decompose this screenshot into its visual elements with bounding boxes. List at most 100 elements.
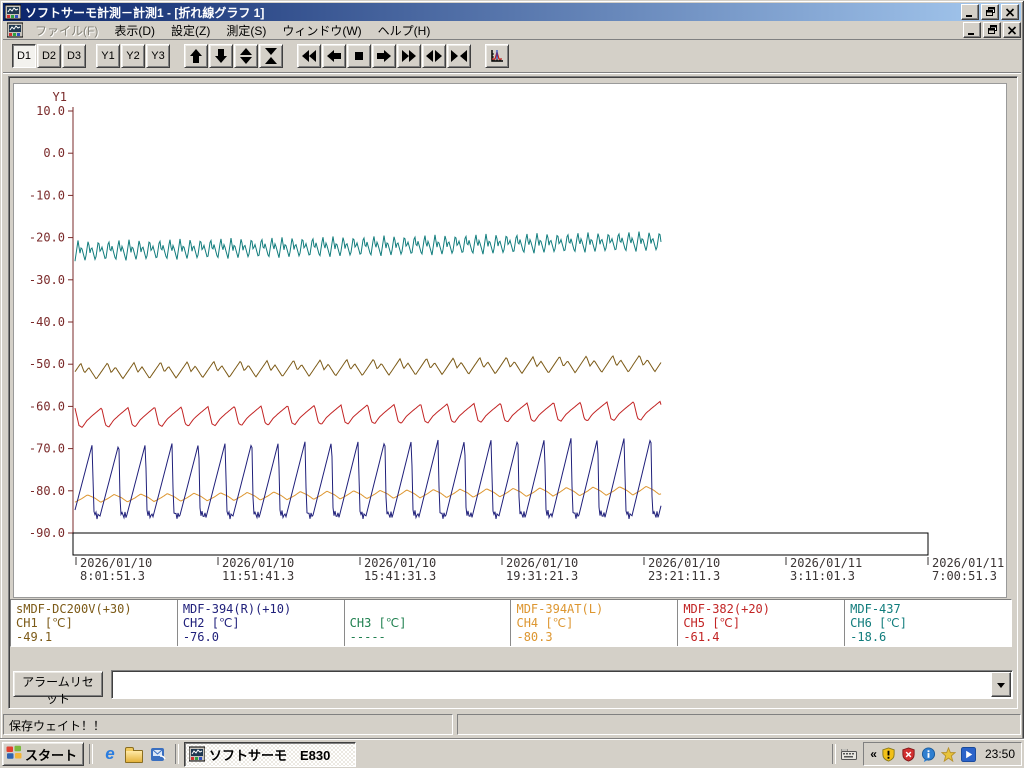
- y2-button[interactable]: Y2: [121, 44, 145, 68]
- keyboard-icon[interactable]: [841, 746, 858, 762]
- system-tray: « 23:50: [863, 742, 1022, 766]
- minimize-button[interactable]: [961, 4, 979, 20]
- svg-text:-70.0: -70.0: [29, 442, 65, 456]
- svg-text:11:51:41.3: 11:51:41.3: [222, 569, 294, 583]
- ch4-value: -80.3: [516, 630, 553, 644]
- toolbar: D1 D2 D3 Y1 Y2 Y3: [3, 40, 1021, 73]
- expand-horizontal-button[interactable]: [422, 44, 446, 68]
- expand-horizontal-icon: [426, 48, 442, 64]
- ch6-name: MDF-437: [850, 602, 901, 616]
- folder-icon[interactable]: [124, 744, 144, 764]
- svg-text:2026/01/10: 2026/01/10: [648, 556, 720, 570]
- svg-text:8:01:51.3: 8:01:51.3: [80, 569, 145, 583]
- ch5-label: CH5 [℃]: [683, 616, 741, 630]
- ch6-label: CH6 [℃]: [850, 616, 907, 630]
- svg-text:23:21:11.3: 23:21:11.3: [648, 569, 720, 583]
- legend-ch4[interactable]: MDF-394AT(L) CH4 [℃] -80.3: [511, 600, 679, 646]
- ch2-name: MDF-394(R)(+10): [182, 602, 292, 616]
- menu-settings[interactable]: 設定(Z): [163, 20, 218, 41]
- alarm-reset-button[interactable]: アラームリセット: [13, 671, 103, 706]
- double-right-icon: [401, 48, 417, 64]
- svg-text:-20.0: -20.0: [29, 231, 65, 245]
- security-warning-shield-icon[interactable]: [881, 746, 897, 762]
- combobox-dropdown-button[interactable]: [991, 672, 1011, 697]
- chevron-down-icon: [997, 682, 1005, 692]
- media-play-icon[interactable]: [961, 746, 977, 762]
- y3-button[interactable]: Y3: [146, 44, 170, 68]
- svg-text:2026/01/11: 2026/01/11: [932, 556, 1004, 570]
- channel-legend: sMDF-DC200V(+30) CH1 [℃] -49.1 MDF-394(R…: [10, 599, 1012, 647]
- tray-expand-chevron[interactable]: «: [870, 747, 877, 761]
- svg-text:2026/01/11: 2026/01/11: [790, 556, 862, 570]
- alarm-message-combobox[interactable]: [111, 670, 1013, 699]
- collapse-vertical-button[interactable]: [259, 44, 283, 68]
- status-bar: 保存ウェイト！！: [3, 710, 1021, 738]
- collapse-horizontal-button[interactable]: [447, 44, 471, 68]
- svg-text:-90.0: -90.0: [29, 526, 65, 540]
- svg-text:15:41:31.3: 15:41:31.3: [364, 569, 436, 583]
- mdi-document-icon[interactable]: [6, 22, 24, 38]
- y1-button[interactable]: Y1: [96, 44, 120, 68]
- mdi-minimize-button[interactable]: [963, 22, 981, 38]
- chart-icon: [489, 48, 505, 64]
- svg-text:2026/01/10: 2026/01/10: [364, 556, 436, 570]
- menu-help[interactable]: ヘルプ(H): [370, 20, 439, 41]
- stop-icon: [351, 48, 367, 64]
- ch5-value: -61.4: [683, 630, 720, 644]
- svg-text:7:00:51.3: 7:00:51.3: [932, 569, 997, 583]
- mail-icon[interactable]: [148, 744, 168, 764]
- ch4-label: CH4 [℃]: [516, 616, 574, 630]
- chart-panel: Y1 10.0 0.0 -10.0 -20.0 -30.0 -40.0 -50.0 -60.0 -…: [13, 83, 1007, 598]
- d3-button[interactable]: D3: [62, 44, 86, 68]
- legend-ch6[interactable]: MDF-437 CH6 [℃] -18.6: [845, 600, 1011, 646]
- internet-explorer-icon[interactable]: e: [100, 744, 120, 764]
- ch4-name: MDF-394AT(L): [516, 602, 604, 616]
- ch6-value: -18.6: [850, 630, 887, 644]
- close-button[interactable]: [1001, 4, 1019, 20]
- svg-text:3:11:01.3: 3:11:01.3: [790, 569, 855, 583]
- menu-measure[interactable]: 測定(S): [218, 20, 274, 41]
- ch3-label: CH3 [℃]: [349, 616, 407, 630]
- menu-view[interactable]: 表示(D): [106, 20, 163, 41]
- fast-forward-button[interactable]: [397, 44, 421, 68]
- rewind-button[interactable]: [297, 44, 321, 68]
- menu-file[interactable]: ファイル(F): [27, 20, 106, 41]
- legend-ch3[interactable]: CH3 [℃] -----: [345, 600, 512, 646]
- svg-text:Y1: Y1: [53, 90, 67, 104]
- security-alert-shield-icon[interactable]: [901, 746, 917, 762]
- svg-text:-50.0: -50.0: [29, 357, 65, 371]
- svg-text:10.0: 10.0: [36, 104, 65, 118]
- expand-vertical-button[interactable]: [234, 44, 258, 68]
- mdi-close-button[interactable]: [1003, 22, 1021, 38]
- line-chart[interactable]: Y110.0 0.0 -10.0 -20.0 -30.0 -40.0 -50.0 -60.0 -…: [14, 84, 1006, 597]
- taskbar-separator: [89, 744, 94, 764]
- task-button-softthermo[interactable]: ソフトサーモ E830: [184, 741, 357, 767]
- graph-view-button[interactable]: [485, 44, 509, 68]
- stop-button[interactable]: [347, 44, 371, 68]
- scroll-up-button[interactable]: [184, 44, 208, 68]
- star-icon[interactable]: [941, 746, 957, 762]
- alarm-row: アラームリセット: [9, 667, 1017, 706]
- app-icon[interactable]: [4, 4, 22, 20]
- mdi-restore-button[interactable]: [983, 22, 1001, 38]
- d2-button[interactable]: D2: [37, 44, 61, 68]
- legend-ch5[interactable]: MDF-382(+20) CH5 [℃] -61.4: [678, 600, 846, 646]
- scroll-down-button[interactable]: [209, 44, 233, 68]
- d1-button[interactable]: D1: [12, 44, 36, 68]
- step-right-button[interactable]: [372, 44, 396, 68]
- right-arrow-icon: [376, 48, 392, 64]
- start-button[interactable]: スタート: [2, 742, 85, 766]
- taskbar-clock[interactable]: 23:50: [985, 747, 1015, 761]
- step-left-button[interactable]: [322, 44, 346, 68]
- svg-text:-30.0: -30.0: [29, 273, 65, 287]
- start-label: スタート: [25, 747, 78, 763]
- menu-window[interactable]: ウィンドウ(W): [274, 20, 369, 41]
- info-balloon-icon[interactable]: [921, 746, 937, 762]
- app-icon-small: [188, 746, 206, 762]
- legend-ch2[interactable]: MDF-394(R)(+10) CH2 [℃] -76.0: [178, 600, 345, 646]
- svg-text:19:31:21.3: 19:31:21.3: [506, 569, 578, 583]
- restore-button[interactable]: [981, 4, 999, 20]
- svg-text:2026/01/10: 2026/01/10: [80, 556, 152, 570]
- double-left-icon: [301, 48, 317, 64]
- legend-ch1[interactable]: sMDF-DC200V(+30) CH1 [℃] -49.1: [11, 600, 178, 646]
